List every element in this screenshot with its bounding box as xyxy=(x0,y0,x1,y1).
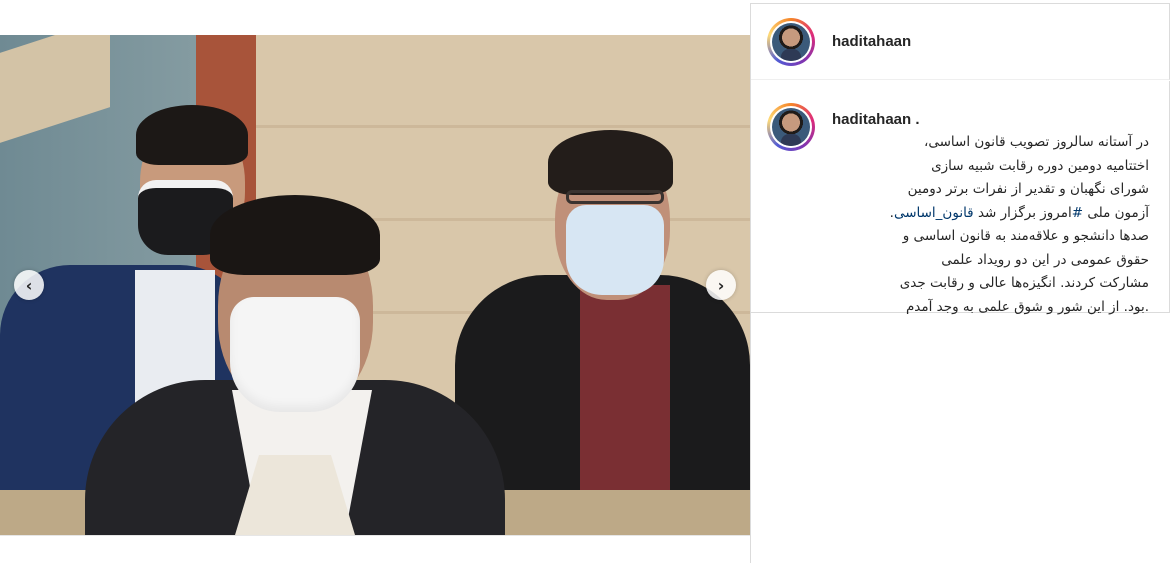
post-photo[interactable]: ‹ › xyxy=(0,35,750,535)
chevron-right-icon: › xyxy=(717,275,725,295)
caption-text-fragment: آزمون ملی xyxy=(1087,204,1149,221)
caption-comment: haditahaan . در آستانه سالروز تصویب قانو… xyxy=(751,81,1170,315)
caption-line: حقوق عمومی در این دو رویداد علمی xyxy=(941,251,1149,268)
instagram-post: ‹ › haditahaan haditahaan . در آستانه سا… xyxy=(0,0,1170,563)
caption-hashsign[interactable]: # xyxy=(1072,205,1083,221)
avatar-image xyxy=(772,23,810,61)
caption-line: صدها دانشجو و علاقه‌مند به قانون اساسی و xyxy=(902,228,1149,244)
bottom-margin xyxy=(0,535,750,563)
post-header: haditahaan xyxy=(751,3,1170,80)
chevron-left-icon: ‹ xyxy=(25,275,33,295)
caption-text-fragment: امروز برگزار شد xyxy=(977,204,1072,221)
caption-text: در آستانه سالروز تصویب قانون اساسی، اختت… xyxy=(829,131,1149,319)
carousel-prev-button[interactable]: ‹ xyxy=(14,270,44,300)
hashtag-link[interactable]: قانون_اساسی xyxy=(894,205,974,221)
caption-line: شورای نگهبان و تقدیر از نفرات برتر دومین xyxy=(907,181,1149,197)
caption-line: مشارکت کردند. انگیزه‌ها عالی و رقابت جدی xyxy=(899,275,1149,291)
caption-line: اختتامیه دومین دوره رقابت شبیه سازی xyxy=(931,157,1149,174)
post-side-panel: haditahaan haditahaan . در آستانه سالروز… xyxy=(750,3,1170,563)
avatar-image xyxy=(772,108,810,146)
header-username[interactable]: haditahaan xyxy=(832,33,911,50)
comment-username[interactable]: haditahaan . xyxy=(832,111,920,128)
caption-line: .بود. از این شور و شوق علمی به وجد آمدم xyxy=(905,298,1149,315)
avatar[interactable] xyxy=(767,18,815,66)
top-margin xyxy=(0,0,750,35)
comment-avatar[interactable] xyxy=(767,103,815,151)
carousel-next-button[interactable]: › xyxy=(706,270,736,300)
caption-line-with-hashtag: آزمون ملی #امروز برگزار شد قانون_اساسی. xyxy=(829,202,1149,226)
caption-line: در آستانه سالروز تصویب قانون اساسی، xyxy=(923,134,1149,150)
